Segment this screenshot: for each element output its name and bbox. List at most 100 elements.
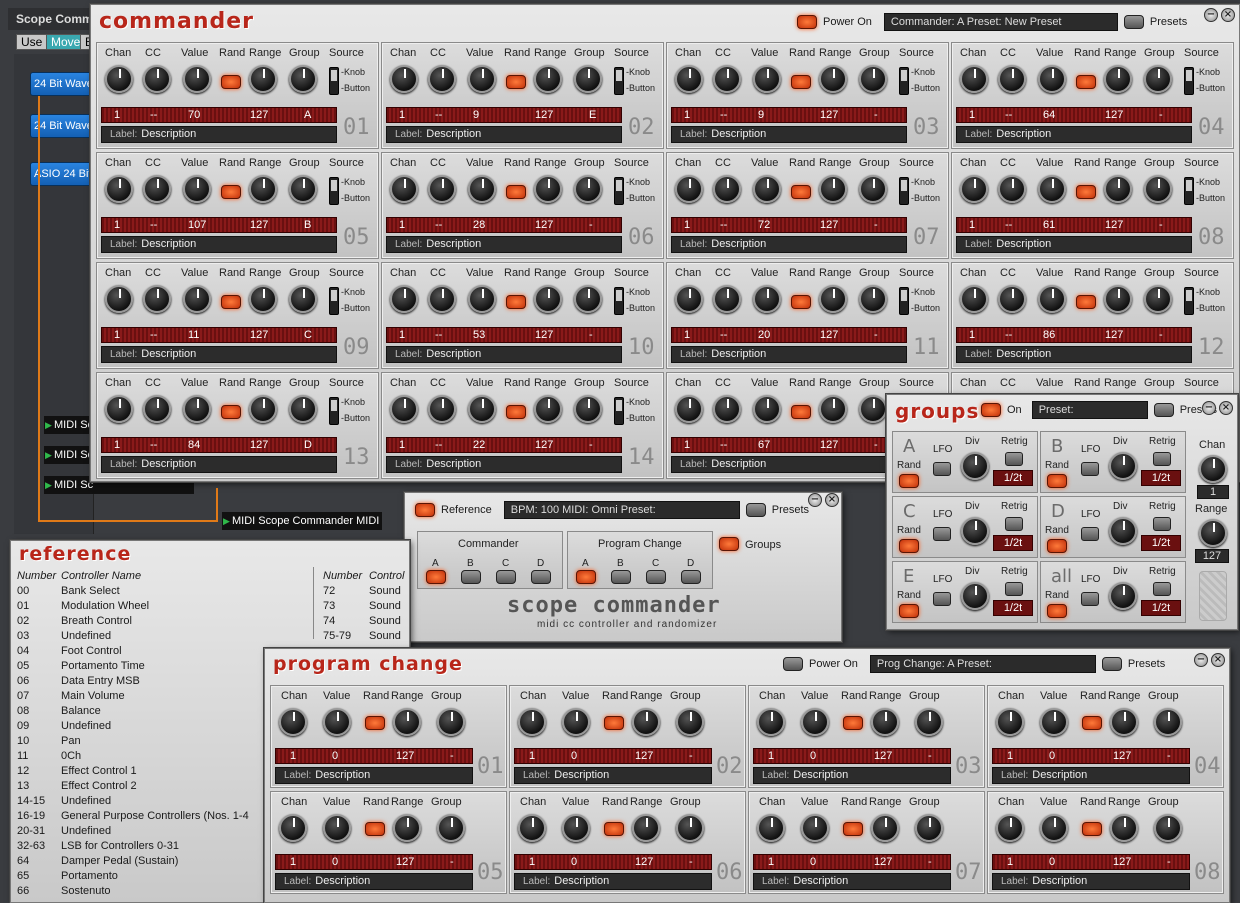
group-knob[interactable] (1144, 175, 1172, 203)
cc-knob[interactable] (428, 285, 456, 313)
minimize-icon[interactable]: − (808, 493, 822, 507)
label-bar[interactable]: Label: Description (275, 767, 473, 784)
rand-led[interactable] (1076, 185, 1096, 199)
label-bar[interactable]: Label: Description (992, 767, 1190, 784)
program-change-select-b[interactable] (611, 570, 631, 584)
source-switch[interactable] (899, 287, 909, 315)
value-knob[interactable] (1040, 814, 1068, 842)
retrig-button[interactable] (1153, 517, 1171, 531)
label-bar[interactable]: Label: Description (101, 236, 337, 253)
source-switch[interactable] (1184, 177, 1194, 205)
groups-toggle-led[interactable] (719, 537, 739, 551)
rand-led[interactable] (791, 405, 811, 419)
group-rand-led[interactable] (1047, 474, 1067, 488)
value-knob[interactable] (562, 708, 590, 736)
reference-led[interactable] (415, 503, 435, 517)
chan-knob[interactable] (279, 814, 307, 842)
range-knob[interactable] (871, 814, 899, 842)
rand-led[interactable] (221, 405, 241, 419)
groups-presets-button[interactable] (1153, 403, 1174, 417)
group-knob[interactable] (859, 65, 887, 93)
label-bar[interactable]: Label: Description (671, 236, 907, 253)
group-knob[interactable] (1144, 285, 1172, 313)
label-bar[interactable]: Label: Description (671, 456, 907, 473)
range-knob[interactable] (534, 175, 562, 203)
chan-knob[interactable] (105, 395, 133, 423)
rand-led[interactable] (791, 295, 811, 309)
group-rand-led[interactable] (899, 474, 919, 488)
groups-chan-knob[interactable] (1199, 455, 1227, 483)
rand-led[interactable] (506, 405, 526, 419)
group-knob[interactable] (289, 285, 317, 313)
value-knob[interactable] (183, 175, 211, 203)
chan-knob[interactable] (105, 175, 133, 203)
cc-knob[interactable] (998, 285, 1026, 313)
rand-led[interactable] (506, 295, 526, 309)
cc-knob[interactable] (998, 65, 1026, 93)
value-knob[interactable] (468, 65, 496, 93)
commander-select-c[interactable] (496, 570, 516, 584)
range-knob[interactable] (393, 708, 421, 736)
cc-knob[interactable] (998, 175, 1026, 203)
value-knob[interactable] (468, 285, 496, 313)
label-bar[interactable]: Label: Description (514, 767, 712, 784)
range-knob[interactable] (819, 285, 847, 313)
commander-display[interactable]: Commander: A Preset: New Preset (883, 13, 1118, 31)
label-bar[interactable]: Label: Description (386, 236, 622, 253)
range-knob[interactable] (632, 814, 660, 842)
chan-knob[interactable] (960, 285, 988, 313)
cc-knob[interactable] (713, 65, 741, 93)
range-knob[interactable] (819, 175, 847, 203)
range-knob[interactable] (632, 708, 660, 736)
value-knob[interactable] (1038, 285, 1066, 313)
chan-knob[interactable] (960, 175, 988, 203)
rand-led[interactable] (365, 822, 385, 836)
group-knob[interactable] (289, 175, 317, 203)
rand-led[interactable] (1076, 75, 1096, 89)
minimize-icon[interactable]: − (1202, 401, 1216, 415)
div-knob[interactable] (961, 517, 989, 545)
chan-knob[interactable] (996, 814, 1024, 842)
div-knob[interactable] (1109, 582, 1137, 610)
group-knob[interactable] (859, 175, 887, 203)
chan-knob[interactable] (390, 65, 418, 93)
pc-power-button[interactable] (783, 657, 803, 671)
label-bar[interactable]: Label: Description (956, 236, 1192, 253)
cc-knob[interactable] (428, 65, 456, 93)
group-knob[interactable] (1144, 65, 1172, 93)
chan-knob[interactable] (757, 708, 785, 736)
source-switch[interactable] (1184, 287, 1194, 315)
main-display[interactable]: BPM: 100 MIDI: Omni Preset: (503, 501, 740, 519)
value-knob[interactable] (753, 175, 781, 203)
rand-led[interactable] (221, 75, 241, 89)
value-knob[interactable] (801, 814, 829, 842)
range-knob[interactable] (249, 395, 277, 423)
value-knob[interactable] (183, 395, 211, 423)
label-bar[interactable]: Label: Description (101, 346, 337, 363)
label-bar[interactable]: Label: Description (956, 126, 1192, 143)
range-knob[interactable] (1104, 285, 1132, 313)
close-icon[interactable]: × (825, 493, 839, 507)
rand-led[interactable] (365, 716, 385, 730)
label-bar[interactable]: Label: Description (101, 126, 337, 143)
main-presets-button[interactable] (745, 503, 766, 517)
label-bar[interactable]: Label: Description (753, 873, 951, 890)
retrig-button[interactable] (1005, 517, 1023, 531)
label-bar[interactable]: Label: Description (386, 456, 622, 473)
group-knob[interactable] (676, 708, 704, 736)
value-knob[interactable] (801, 708, 829, 736)
value-knob[interactable] (183, 285, 211, 313)
pc-presets-button[interactable] (1101, 657, 1122, 671)
source-switch[interactable] (614, 287, 624, 315)
rand-led[interactable] (221, 295, 241, 309)
div-knob[interactable] (961, 452, 989, 480)
retrig-button[interactable] (1153, 452, 1171, 466)
lfo-button[interactable] (933, 462, 951, 476)
label-bar[interactable]: Label: Description (386, 346, 622, 363)
groups-on-led[interactable] (981, 403, 1001, 417)
chan-knob[interactable] (960, 65, 988, 93)
range-knob[interactable] (249, 175, 277, 203)
label-bar[interactable]: Label: Description (275, 873, 473, 890)
source-switch[interactable] (614, 397, 624, 425)
group-knob[interactable] (437, 708, 465, 736)
